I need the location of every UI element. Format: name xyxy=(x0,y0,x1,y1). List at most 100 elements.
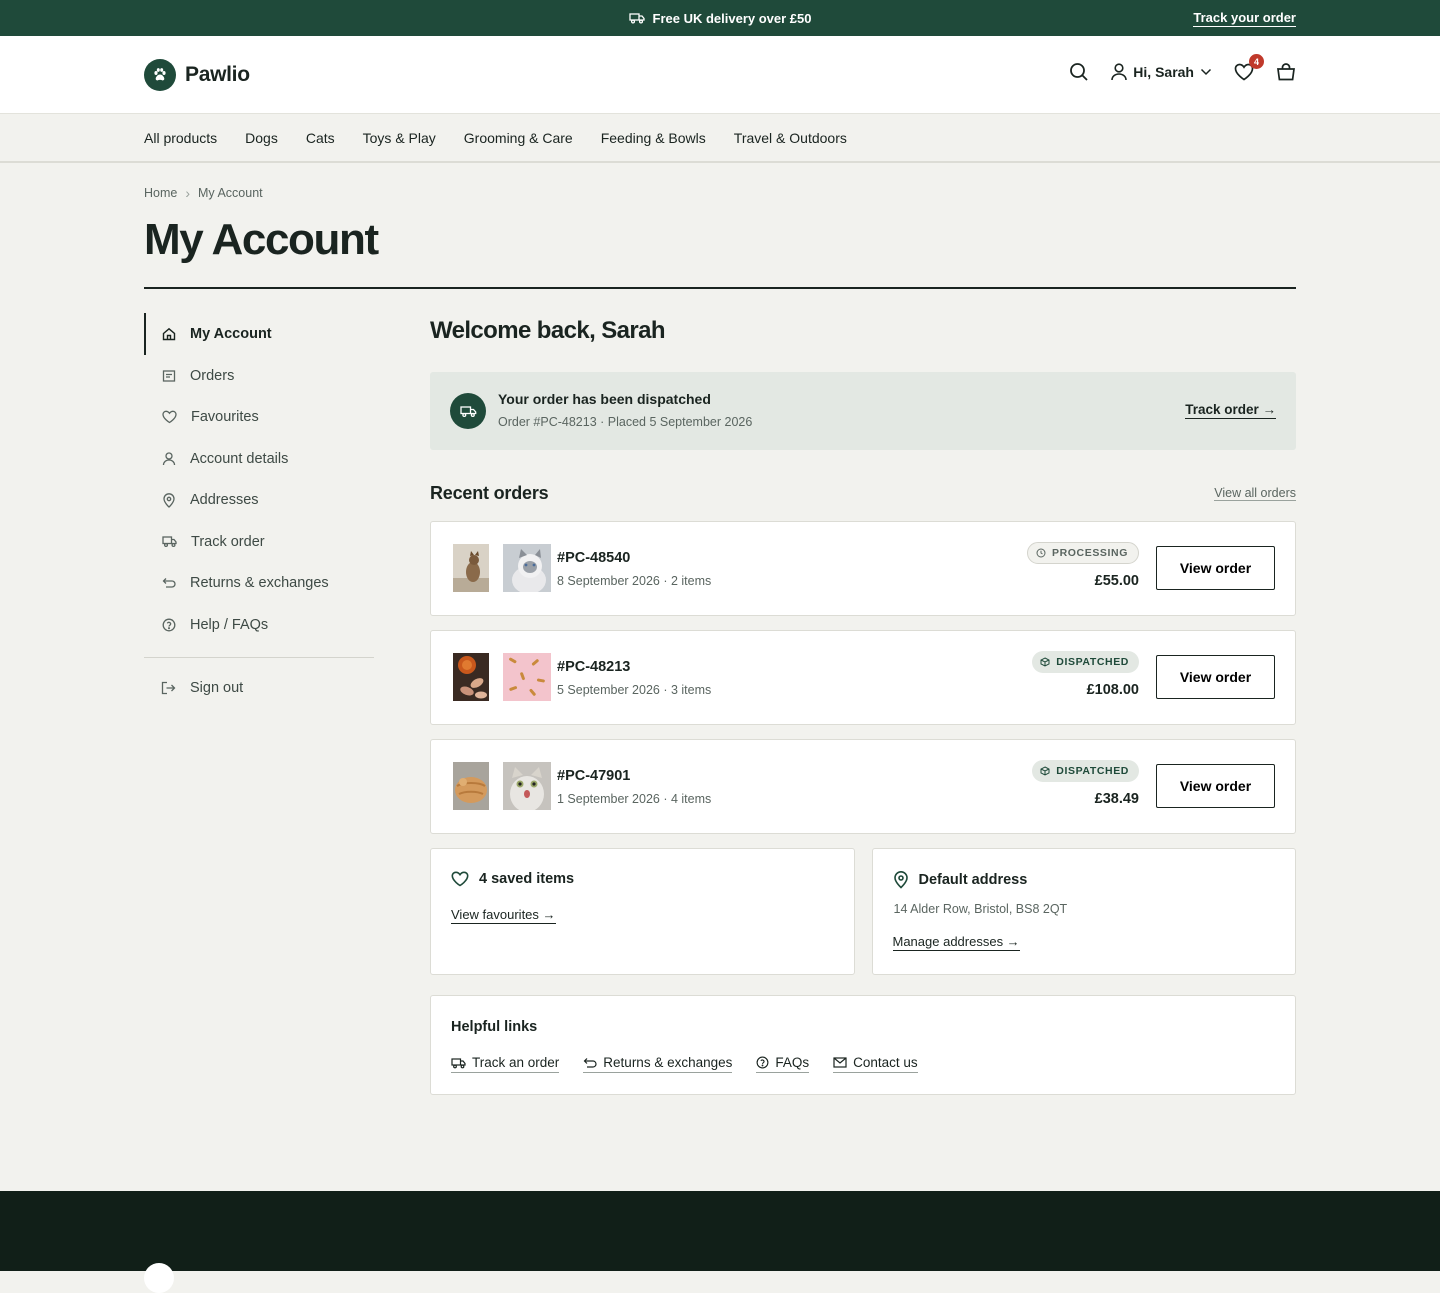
order-thumbnails xyxy=(453,653,551,701)
return-arrow-icon xyxy=(162,577,176,590)
sidebar-item-addresses[interactable]: Addresses xyxy=(144,480,374,522)
question-circle-icon xyxy=(162,618,176,632)
user-icon xyxy=(162,452,176,466)
view-order-button[interactable]: View order xyxy=(1156,655,1275,699)
product-thumbnail xyxy=(453,544,501,592)
saved-items-count: 4 saved items xyxy=(479,871,575,887)
order-total: £108.00 xyxy=(1086,682,1139,698)
product-thumbnail xyxy=(503,762,551,810)
view-order-button[interactable]: View order xyxy=(1156,546,1275,590)
helpful-links-card: Helpful links Track an order Returns & e… xyxy=(430,995,1296,1095)
sidebar-item-label: Account details xyxy=(190,450,289,467)
nav-item-grooming-care[interactable]: Grooming & Care xyxy=(464,130,573,146)
track-your-order-link[interactable]: Track your order xyxy=(1193,10,1296,27)
sidebar-item-returns[interactable]: Returns & exchanges xyxy=(144,563,374,605)
brand-name: Pawlio xyxy=(185,63,250,86)
helpful-link-returns[interactable]: Returns & exchanges xyxy=(583,1055,733,1073)
track-order-link[interactable]: Track order → xyxy=(1185,402,1276,419)
nav-item-dogs[interactable]: Dogs xyxy=(245,130,278,146)
status-badge: PROCESSING xyxy=(1026,542,1139,564)
order-card: #PC-48213 5 September 2026 · 3 items DIS… xyxy=(430,630,1296,725)
account-menu[interactable]: Hi, Sarah xyxy=(1111,63,1212,81)
site-header: Pawlio Hi, Sarah 4 xyxy=(0,36,1440,114)
default-address-title: Default address xyxy=(893,871,1028,889)
favourites-button[interactable]: 4 xyxy=(1234,54,1264,81)
status-label: DISPATCHED xyxy=(1056,765,1129,777)
sidebar-item-help[interactable]: Help / FAQs xyxy=(144,604,374,646)
sidebar-item-my-account[interactable]: My Account xyxy=(144,313,374,355)
heart-icon xyxy=(162,410,177,424)
saved-items-title: 4 saved items xyxy=(451,871,574,887)
view-order-button[interactable]: View order xyxy=(1156,764,1275,808)
order-meta: 8 September 2026 · 2 items xyxy=(557,574,712,588)
order-meta: 1 September 2026 · 4 items xyxy=(557,792,712,806)
sidebar-item-label: Orders xyxy=(190,367,235,384)
sidebar-item-label: Favourites xyxy=(191,409,259,426)
sign-out-icon xyxy=(161,681,176,695)
breadcrumb-home[interactable]: Home xyxy=(144,186,177,200)
sidebar-item-favourites[interactable]: Favourites xyxy=(144,397,374,439)
status-label: DISPATCHED xyxy=(1056,656,1129,668)
location-pin-icon xyxy=(893,871,909,889)
nav-item-all-products[interactable]: All products xyxy=(144,130,217,146)
brand-logo[interactable]: Pawlio xyxy=(144,59,250,91)
sidebar-item-track-order[interactable]: Track order xyxy=(144,521,374,563)
chevron-down-icon xyxy=(1200,68,1212,76)
receipt-icon xyxy=(162,369,176,383)
product-thumbnail xyxy=(453,762,501,810)
sign-out-label: Sign out xyxy=(190,680,244,697)
helpful-link-contact[interactable]: Contact us xyxy=(833,1055,918,1073)
sidebar-item-label: Addresses xyxy=(190,492,259,509)
alert-title: Your order has been dispatched xyxy=(498,391,711,407)
bag-icon[interactable] xyxy=(1276,63,1296,81)
view-all-orders-link[interactable]: View all orders xyxy=(1214,486,1296,501)
helpful-link-label: FAQs xyxy=(775,1055,810,1070)
default-address-label: Default address xyxy=(918,872,1028,888)
default-address-value: 14 Alder Row, Bristol, BS8 2QT xyxy=(893,902,1068,916)
nav-item-feeding-bowls[interactable]: Feeding & Bowls xyxy=(601,130,706,146)
summary-cards: 4 saved items View favourites → Default … xyxy=(430,848,1296,975)
favourites-count-badge: 4 xyxy=(1249,54,1264,69)
nav-item-toys-play[interactable]: Toys & Play xyxy=(363,130,436,146)
user-icon xyxy=(1111,63,1128,81)
helpful-links-title: Helpful links xyxy=(451,1019,538,1035)
sidebar-item-account-details[interactable]: Account details xyxy=(144,438,374,480)
recent-orders-header: Recent orders View all orders xyxy=(430,482,1296,504)
paw-icon xyxy=(144,59,176,91)
helpful-link-faqs[interactable]: FAQs xyxy=(756,1055,810,1073)
breadcrumb: Home › My Account xyxy=(144,185,263,201)
product-thumbnail xyxy=(453,653,501,701)
truck-icon xyxy=(628,12,645,24)
sidebar-item-label: My Account xyxy=(190,326,272,342)
breadcrumb-current: My Account xyxy=(198,186,263,200)
order-total: £55.00 xyxy=(1094,573,1139,589)
nav-item-travel-outdoors[interactable]: Travel & Outdoors xyxy=(734,130,847,146)
order-number: #PC-47901 xyxy=(557,768,631,784)
truck-icon xyxy=(162,535,177,548)
search-icon[interactable] xyxy=(1069,62,1089,82)
default-address-card: Default address 14 Alder Row, Bristol, B… xyxy=(871,848,1296,975)
product-thumbnail xyxy=(503,653,551,701)
order-card: #PC-47901 1 September 2026 · 4 items DIS… xyxy=(430,739,1296,834)
nav-item-cats[interactable]: Cats xyxy=(306,130,335,146)
helpful-link-track-order[interactable]: Track an order xyxy=(451,1055,560,1073)
view-favourites-link[interactable]: View favourites → xyxy=(451,907,556,924)
package-icon xyxy=(1040,657,1050,667)
product-thumbnail xyxy=(503,544,551,592)
account-content: Welcome back, Sarah Your order has been … xyxy=(430,313,1296,1095)
user-greeting: Hi, Sarah xyxy=(1133,64,1194,80)
sign-out-button[interactable]: Sign out xyxy=(144,668,374,710)
welcome-heading: Welcome back, Sarah xyxy=(430,317,666,344)
sidebar-item-label: Help / FAQs xyxy=(190,616,269,633)
sidebar-item-orders[interactable]: Orders xyxy=(144,355,374,397)
sidebar-divider xyxy=(144,656,374,658)
breadcrumb-separator: › xyxy=(185,185,191,201)
order-card: #PC-48540 8 September 2026 · 2 items PRO… xyxy=(430,521,1296,616)
header-actions: Hi, Sarah 4 xyxy=(1069,54,1296,82)
manage-addresses-link[interactable]: Manage addresses → xyxy=(892,934,1020,951)
helpful-link-label: Contact us xyxy=(853,1055,918,1070)
order-number: #PC-48213 xyxy=(557,659,631,675)
footer-logo xyxy=(144,1263,174,1293)
saved-items-card: 4 saved items View favourites → xyxy=(430,848,855,975)
status-badge: DISPATCHED xyxy=(1032,760,1139,782)
